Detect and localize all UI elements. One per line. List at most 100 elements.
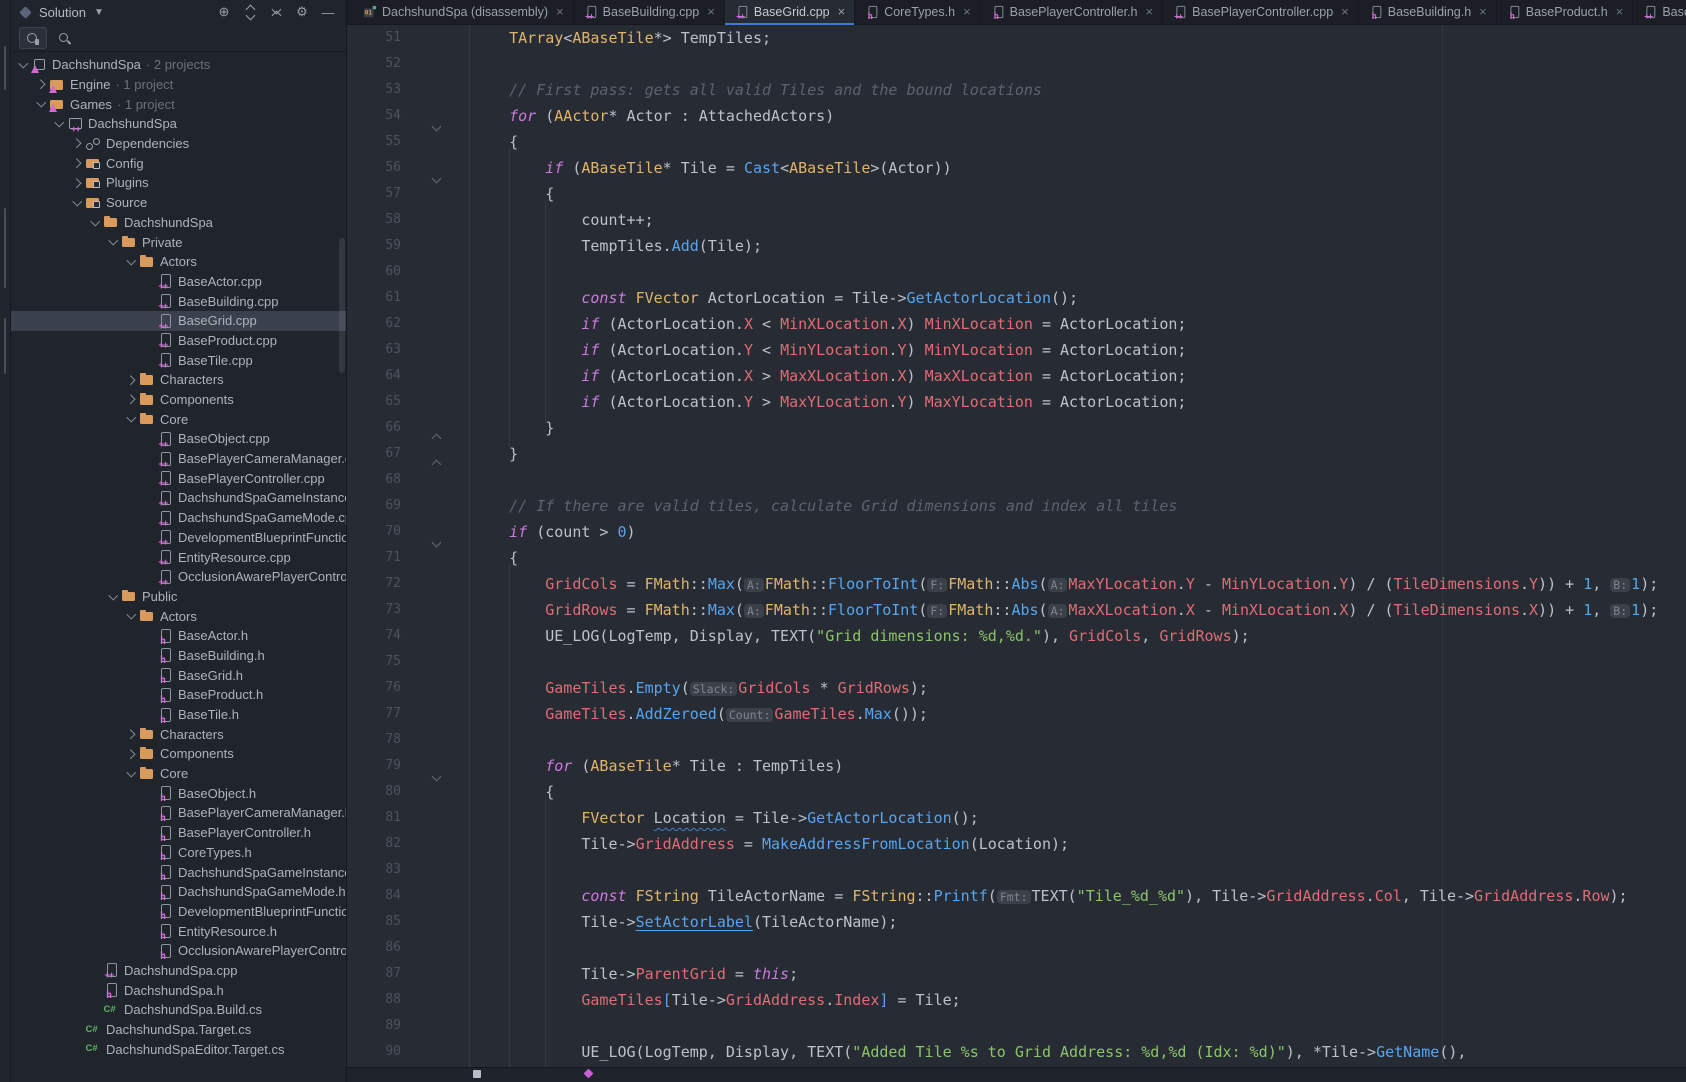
code-token[interactable] <box>473 887 581 905</box>
tree-item-components[interactable]: Components <box>11 744 346 764</box>
code-token[interactable]: Location <box>654 809 726 827</box>
code-text[interactable]: const FVector ActorLocation = Tile->GetA… <box>469 285 1686 311</box>
code-token[interactable]: 1 <box>1583 601 1592 619</box>
code-token[interactable]: GetName <box>1376 1043 1439 1061</box>
code-text[interactable]: Tile->ParentGrid = this; <box>469 961 1686 987</box>
code-token[interactable] <box>473 367 581 385</box>
code-token[interactable] <box>473 991 581 1009</box>
code-token[interactable]: F: <box>927 578 947 592</box>
code-token[interactable]: X <box>897 315 906 333</box>
code-token[interactable]: ; <box>789 965 798 983</box>
code-token[interactable]: ( <box>1039 575 1048 593</box>
line-number[interactable]: 55 <box>347 129 401 155</box>
chevron-right-icon[interactable] <box>69 155 85 171</box>
code-token[interactable]: ( <box>988 887 997 905</box>
code-token[interactable]: Y <box>744 341 753 359</box>
close-icon[interactable]: × <box>707 7 715 17</box>
line-number[interactable]: 58 <box>347 207 401 233</box>
code-token[interactable]: = Tile; <box>888 991 960 1009</box>
code-token[interactable]: AddZeroed <box>636 705 717 723</box>
line-number[interactable]: 53 <box>347 77 401 103</box>
code-token[interactable]: TArray <box>509 29 563 47</box>
code-text[interactable]: GameTiles[Tile->GridAddress.Index] = Til… <box>469 987 1686 1013</box>
tree-item-dachshundspa-cpp[interactable]: DachshundSpa.cpp <box>11 961 346 981</box>
code-token[interactable]: "Tile_%d_%d" <box>1077 887 1185 905</box>
code-token[interactable]: = ActorLocation; <box>1033 315 1187 333</box>
code-token[interactable]: ABaseTile <box>572 29 653 47</box>
code-token[interactable]: // If there are valid tiles, calculate G… <box>509 497 1177 515</box>
code-token[interactable]: X <box>1186 601 1195 619</box>
code-text[interactable] <box>469 649 1686 675</box>
code-token[interactable]: - <box>1195 601 1222 619</box>
code-token[interactable] <box>473 315 581 333</box>
chevron-right-icon[interactable] <box>33 77 49 93</box>
line-number[interactable]: 78 <box>347 727 401 753</box>
code-token[interactable]: )) + <box>1538 601 1583 619</box>
tree-item-dachshundspa[interactable]: DachshundSpa <box>11 114 346 134</box>
code-line-60[interactable]: 60 <box>347 259 1686 285</box>
code-token[interactable]: count++; <box>473 211 654 229</box>
code-token[interactable]: . <box>1366 887 1375 905</box>
chevron-down-icon[interactable] <box>105 234 121 250</box>
code-token[interactable]: TileDimensions <box>1394 575 1520 593</box>
code-token[interactable]: * <box>811 679 838 697</box>
code-token[interactable] <box>473 341 581 359</box>
code-line-81[interactable]: 81 FVector Location = Tile->GetActorLoca… <box>347 805 1686 831</box>
code-token[interactable]: . <box>1330 601 1339 619</box>
code-token[interactable]: ); <box>1610 887 1628 905</box>
code-token[interactable]: Tile-> <box>473 913 636 931</box>
tree-item-baseproduct-cpp[interactable]: BaseProduct.cpp <box>11 331 346 351</box>
code-text[interactable]: { <box>469 545 1686 571</box>
code-token[interactable]: *> TempTiles; <box>654 29 771 47</box>
code-line-73[interactable]: 73 GridRows = FMath::Max(A:FMath::FloorT… <box>347 597 1686 623</box>
code-token[interactable]: ), *Tile-> <box>1286 1043 1376 1061</box>
code-token[interactable]: = <box>618 601 645 619</box>
code-token[interactable]: < <box>753 315 780 333</box>
code-token[interactable]: Empty <box>636 679 681 697</box>
code-token[interactable]: ( <box>1039 601 1048 619</box>
code-token[interactable]: MaxXLocation <box>780 367 888 385</box>
tree-item-actors[interactable]: Actors <box>11 252 346 272</box>
tree-item-baseactor-h[interactable]: BaseActor.h <box>11 626 346 646</box>
code-line-68[interactable]: 68 <box>347 467 1686 493</box>
line-number[interactable]: 84 <box>347 883 401 909</box>
code-token[interactable]: ); <box>1640 575 1658 593</box>
code-token[interactable]: , <box>1592 575 1610 593</box>
code-token[interactable]: AActor <box>554 107 608 125</box>
code-token[interactable]: if <box>581 367 599 385</box>
breadcrumb-file-icon[interactable] <box>473 1070 481 1078</box>
code-token[interactable]: GameTiles <box>774 705 855 723</box>
code-token[interactable]: GridAddress <box>636 835 735 853</box>
code-token[interactable]: . <box>856 705 865 723</box>
code-token[interactable]: (); <box>1051 289 1078 307</box>
code-text[interactable] <box>469 259 1686 285</box>
code-token[interactable] <box>473 705 545 723</box>
code-token[interactable]: [ <box>663 991 672 1009</box>
code-text[interactable]: UE_LOG(LogTemp, Display, TEXT("Grid dime… <box>469 623 1686 649</box>
code-token[interactable] <box>627 289 636 307</box>
code-text[interactable]: GameTiles.AddZeroed(Count:GameTiles.Max(… <box>469 701 1686 727</box>
code-token[interactable]: B: <box>1610 604 1630 618</box>
tree-item-characters[interactable]: Characters <box>11 370 346 390</box>
tree-item-occlusionawareplayercontroller-h[interactable]: OcclusionAwarePlayerController.h <box>11 941 346 961</box>
line-number[interactable]: 70 <box>347 519 401 545</box>
line-number[interactable]: 65 <box>347 389 401 415</box>
code-token[interactable]: Fmt: <box>997 890 1031 904</box>
code-token[interactable]: MinYLocation <box>1222 575 1330 593</box>
code-token[interactable]: = <box>735 835 762 853</box>
code-token[interactable]: . <box>1520 601 1529 619</box>
code-token[interactable]: FMath <box>765 601 810 619</box>
line-number[interactable]: 74 <box>347 623 401 649</box>
code-token[interactable]: GameTiles <box>581 991 662 1009</box>
code-token[interactable]: GridAddress <box>1474 887 1573 905</box>
code-token[interactable]: MaxXLocation <box>1068 601 1176 619</box>
code-line-82[interactable]: 82 Tile->GridAddress = MakeAddressFromLo… <box>347 831 1686 857</box>
code-token[interactable]: (ActorLocation. <box>599 341 744 359</box>
tab-coretypes-h[interactable]: CoreTypes.h× <box>855 0 980 24</box>
code-token[interactable]: MaxXLocation <box>925 367 1033 385</box>
code-token[interactable]: GridRows <box>838 679 910 697</box>
line-number[interactable]: 83 <box>347 857 401 883</box>
code-token[interactable]: ) <box>907 341 925 359</box>
code-token[interactable]: > <box>753 367 780 385</box>
line-number[interactable]: 73 <box>347 597 401 623</box>
